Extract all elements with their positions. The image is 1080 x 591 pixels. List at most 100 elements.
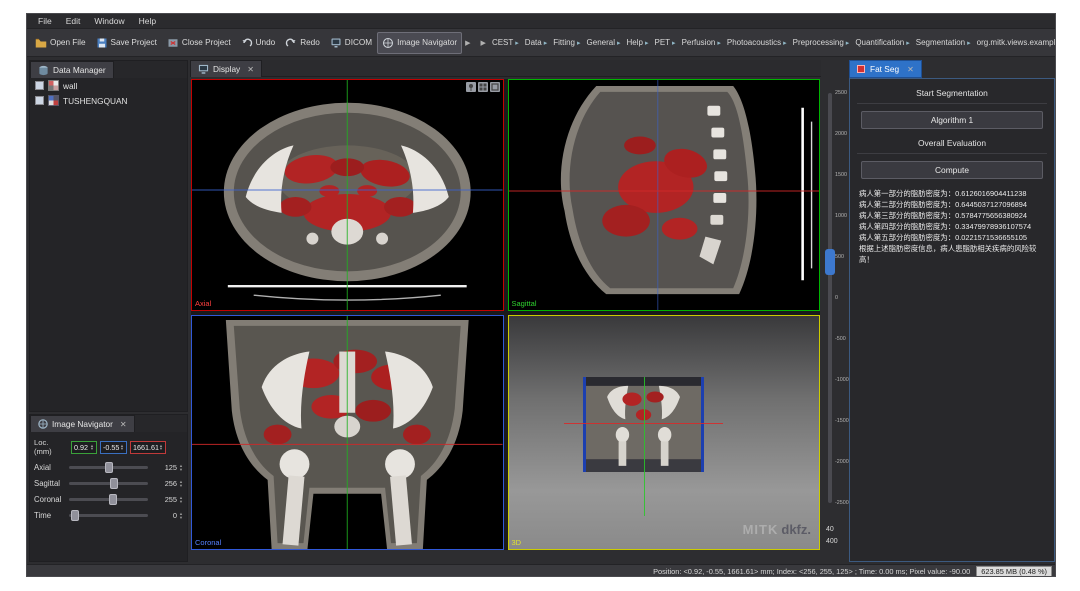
- crosshair-pin-icon[interactable]: [466, 82, 476, 92]
- spin-arrows-icon[interactable]: [179, 464, 183, 471]
- redo-label: Redo: [300, 38, 320, 47]
- toolbar-menu-preprocessing[interactable]: Preprocessing: [790, 32, 853, 54]
- submenu-arrow-icon: [967, 38, 971, 47]
- level-tick: 500: [835, 254, 844, 260]
- save-project-button[interactable]: Save Project: [91, 32, 162, 54]
- menu-quantification-label: Quantification: [855, 38, 904, 47]
- layout-icon[interactable]: [478, 82, 488, 92]
- toolbar-menu-example-views[interactable]: org.mitk.views.example: [974, 32, 1056, 54]
- menu-help[interactable]: Help: [132, 16, 163, 26]
- menu-window[interactable]: Window: [87, 16, 131, 26]
- image-navigator-button[interactable]: Image Navigator: [377, 32, 462, 54]
- slider-handle[interactable]: [71, 510, 79, 521]
- slider-handle[interactable]: [105, 462, 113, 473]
- submenu-arrow-icon: [645, 38, 649, 47]
- location-y-spinbox[interactable]: -0.55: [100, 441, 127, 454]
- level-tick: 2500: [835, 90, 847, 96]
- sagittal-view[interactable]: Sagittal: [508, 79, 821, 311]
- level-tick: 1000: [835, 213, 847, 219]
- visibility-checkbox[interactable]: [35, 81, 44, 90]
- save-project-label: Save Project: [111, 38, 157, 47]
- undo-button[interactable]: Undo: [236, 32, 281, 54]
- menu-edit[interactable]: Edit: [59, 16, 88, 26]
- fat-seg-tab[interactable]: Fat Seg: [849, 60, 922, 78]
- toolbar-menu-segmentation[interactable]: Segmentation: [913, 32, 974, 54]
- toolbar-menu-cest[interactable]: CEST: [489, 32, 522, 54]
- level-tick: -1000: [835, 377, 849, 383]
- separator: [857, 153, 1047, 154]
- level-tick: 0: [835, 295, 838, 301]
- axial-view[interactable]: Axial: [191, 79, 504, 311]
- spin-arrows-icon[interactable]: [179, 496, 183, 503]
- toolbar-menu-quantification[interactable]: Quantification: [852, 32, 912, 54]
- toolbar-extension-arrow2-icon[interactable]: [478, 39, 489, 47]
- location-z-value: 1661.61: [133, 443, 159, 452]
- location-label: Loc. (mm): [34, 438, 68, 456]
- maximize-icon[interactable]: [490, 82, 500, 92]
- fat-seg-panel: Start Segmentation Algorithm 1 Overall E…: [849, 78, 1055, 562]
- algorithm-1-button[interactable]: Algorithm 1: [861, 111, 1043, 129]
- window-width-value[interactable]: 400: [826, 538, 838, 545]
- toolbar-menu-photoacoustics[interactable]: Photoacoustics: [724, 32, 790, 54]
- location-z-spinbox[interactable]: 1661.61: [130, 441, 166, 454]
- save-icon: [96, 37, 108, 49]
- coronal-slider[interactable]: [69, 498, 148, 501]
- slider-handle[interactable]: [110, 478, 118, 489]
- submenu-arrow-icon: [617, 38, 621, 47]
- spin-arrows-icon[interactable]: [90, 444, 94, 451]
- window-level-value[interactable]: 40: [826, 526, 834, 533]
- toolbar-menu-pet[interactable]: PET: [651, 32, 678, 54]
- threed-view-label: 3D: [512, 538, 522, 547]
- redo-button[interactable]: Redo: [280, 32, 325, 54]
- data-manager-panel: Data Manager wall TUSHENGQUAN: [29, 60, 188, 412]
- visibility-checkbox[interactable]: [35, 96, 44, 105]
- slider-handle[interactable]: [109, 494, 117, 505]
- coronal-view[interactable]: Coronal: [191, 315, 504, 550]
- close-project-button[interactable]: Close Project: [162, 32, 236, 54]
- toolbar-extension-arrow-icon[interactable]: [462, 39, 473, 47]
- location-row: Loc. (mm) 0.92 -0.55 1661.61: [34, 438, 183, 456]
- close-tab-icon[interactable]: [907, 65, 914, 74]
- compute-button[interactable]: Compute: [861, 161, 1043, 179]
- spin-arrows-icon[interactable]: [179, 480, 183, 487]
- data-node-tushengquan[interactable]: TUSHENGQUAN: [30, 93, 187, 108]
- spin-arrows-icon[interactable]: [179, 512, 183, 519]
- toolbar-menu-fitting[interactable]: Fitting: [550, 32, 583, 54]
- data-manager-tab[interactable]: Data Manager: [30, 61, 114, 78]
- dkfz-logo: dkfz.: [781, 522, 811, 537]
- display-tab[interactable]: Display: [190, 60, 262, 77]
- level-tick: -500: [835, 336, 846, 342]
- dicom-button[interactable]: DICOM: [325, 32, 377, 54]
- toolbar-menu-data[interactable]: Data: [522, 32, 550, 54]
- level-slider-handle[interactable]: [825, 249, 835, 275]
- close-tab-icon[interactable]: [247, 65, 254, 74]
- close-tab-icon[interactable]: [120, 420, 127, 429]
- data-manager-tree: wall TUSHENGQUAN: [30, 78, 187, 411]
- submenu-arrow-icon: [783, 38, 787, 47]
- menu-file[interactable]: File: [31, 16, 59, 26]
- menu-segmentation-label: Segmentation: [916, 38, 965, 47]
- location-x-spinbox[interactable]: 0.92: [71, 441, 97, 454]
- spin-arrows-icon[interactable]: [159, 444, 163, 451]
- toolbar-menu-help[interactable]: Help: [624, 32, 652, 54]
- open-file-button[interactable]: Open File: [30, 32, 91, 54]
- undo-icon: [241, 37, 253, 49]
- sagittal-slider[interactable]: [69, 482, 148, 485]
- overall-evaluation-header: Overall Evaluation: [850, 138, 1054, 148]
- image-navigator-tab-icon: [38, 419, 48, 429]
- time-slider-row: Time 0: [34, 511, 183, 520]
- spin-arrows-icon[interactable]: [120, 444, 124, 451]
- time-slider-value: 0: [173, 511, 177, 520]
- threed-view[interactable]: MITKdkfz. 3D: [508, 315, 821, 550]
- axial-slider[interactable]: [69, 466, 148, 469]
- dicom-label: DICOM: [345, 38, 372, 47]
- image-navigator-tab-label: Image Navigator: [52, 419, 113, 429]
- toolbar-menu-perfusion[interactable]: Perfusion: [679, 32, 724, 54]
- toolbar-menu-general[interactable]: General: [584, 32, 624, 54]
- data-node-wall[interactable]: wall: [30, 78, 187, 93]
- level-slider-track[interactable]: [828, 93, 832, 503]
- image-node-icon: [48, 95, 59, 106]
- image-navigator-tab[interactable]: Image Navigator: [30, 415, 135, 432]
- time-slider[interactable]: [69, 514, 148, 517]
- fat-seg-plugin-icon: [857, 65, 865, 73]
